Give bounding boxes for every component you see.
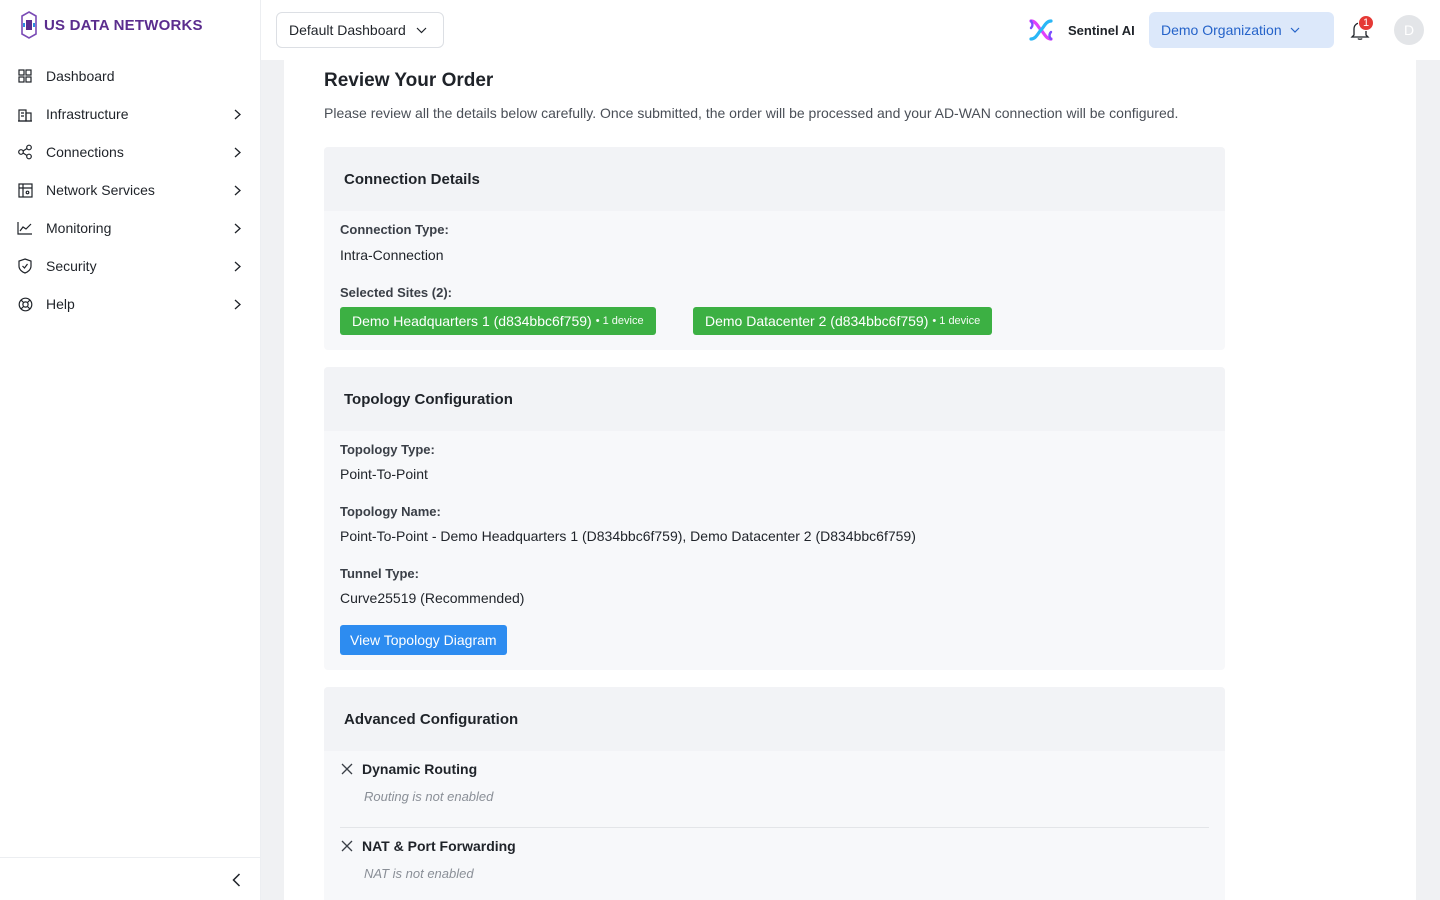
sidebar-item-label: Network Services — [46, 182, 155, 198]
brand-mark-icon — [20, 11, 38, 39]
sidebar-item-network-services[interactable]: Network Services — [0, 171, 260, 209]
sidebar-item-label: Monitoring — [46, 220, 112, 236]
dynamic-routing-status: Routing is not enabled — [364, 789, 494, 804]
close-icon — [341, 763, 353, 775]
topology-type-label: Topology Type: — [340, 442, 435, 457]
site-chip-device-count: • 1 device — [932, 315, 981, 327]
lifebuoy-icon — [17, 296, 33, 312]
sentinel-ai-button[interactable]: Sentinel AI — [1028, 16, 1135, 44]
sidebar-item-label: Help — [46, 296, 75, 312]
sentinel-ai-label: Sentinel AI — [1068, 22, 1135, 38]
dynamic-routing-item: Dynamic Routing Routing is not enabled — [340, 761, 1209, 804]
sidebar-item-security[interactable]: Security — [0, 247, 260, 285]
network-grid-icon — [17, 182, 33, 198]
dashboard-select[interactable]: Default Dashboard — [276, 12, 444, 48]
site-chip: Demo Datacenter 2 (d834bbc6f759) • 1 dev… — [693, 307, 993, 335]
sidebar-item-help[interactable]: Help — [0, 285, 260, 323]
site-chip: Demo Headquarters 1 (d834bbc6f759) • 1 d… — [340, 307, 656, 335]
close-icon — [341, 840, 353, 852]
chevron-right-icon — [232, 147, 242, 157]
advanced-configuration-section: Advanced Configuration Dynamic Routing R… — [324, 687, 1225, 900]
page-description: Please review all the details below care… — [324, 105, 1179, 121]
user-avatar[interactable]: D — [1394, 15, 1424, 45]
organization-select[interactable]: Demo Organization — [1149, 12, 1334, 48]
advanced-configuration-heading: Advanced Configuration — [324, 687, 1225, 751]
connection-type-label: Connection Type: — [340, 222, 449, 237]
chevron-down-icon — [416, 27, 427, 33]
topology-configuration-heading: Topology Configuration — [324, 367, 1225, 431]
tunnel-type-label: Tunnel Type: — [340, 566, 419, 581]
organization-select-value: Demo Organization — [1161, 22, 1282, 38]
dashboard-select-value: Default Dashboard — [289, 22, 406, 38]
chevron-left-icon — [231, 873, 240, 887]
chevron-right-icon — [232, 185, 242, 195]
nat-port-forwarding-item: NAT & Port Forwarding NAT is not enabled — [340, 838, 1209, 881]
site-chip-name: Demo Headquarters 1 (d834bbc6f759) — [352, 313, 592, 329]
notification-count-badge: 1 — [1358, 15, 1374, 31]
nat-port-forwarding-title: NAT & Port Forwarding — [362, 838, 516, 854]
sidebar-item-monitoring[interactable]: Monitoring — [0, 209, 260, 247]
page-title: Review Your Order — [324, 70, 494, 91]
building-icon — [17, 106, 33, 122]
sidebar-item-dashboard[interactable]: Dashboard — [0, 57, 260, 95]
chevron-right-icon — [232, 109, 242, 119]
tunnel-type-value: Curve25519 (Recommended) — [340, 590, 525, 606]
dynamic-routing-title: Dynamic Routing — [362, 761, 478, 777]
sidebar-item-label: Infrastructure — [46, 106, 129, 122]
view-topology-diagram-button[interactable]: View Topology Diagram — [340, 625, 507, 655]
connection-details-section: Connection Details Connection Type: Intr… — [324, 147, 1225, 350]
chevron-down-icon — [1290, 27, 1300, 33]
sidebar-item-label: Connections — [46, 144, 124, 160]
sentinel-ai-logo-icon — [1029, 19, 1053, 41]
chevron-right-icon — [232, 223, 242, 233]
sidebar-item-label: Dashboard — [46, 68, 115, 84]
shield-icon — [17, 258, 33, 274]
topology-name-value: Point-To-Point - Demo Headquarters 1 (D8… — [340, 528, 916, 544]
selected-sites-label: Selected Sites (2): — [340, 285, 452, 300]
chevron-right-icon — [232, 261, 242, 271]
top-bar: Default Dashboard Sentinel AI Demo Organ… — [261, 0, 1440, 60]
sidebar-item-infrastructure[interactable]: Infrastructure — [0, 95, 260, 133]
collapse-sidebar-button[interactable] — [226, 870, 246, 890]
share-nodes-icon — [17, 144, 33, 160]
sidebar-nav: Dashboard Infrastructure Connections Net… — [0, 57, 260, 323]
sidebar-item-label: Security — [46, 258, 97, 274]
site-chip-name: Demo Datacenter 2 (d834bbc6f759) — [705, 313, 929, 329]
connection-details-heading: Connection Details — [324, 147, 1225, 211]
sidebar-item-connections[interactable]: Connections — [0, 133, 260, 171]
sidebar: US DATA NETWORKS Dashboard Infrastructur… — [0, 0, 261, 900]
divider — [340, 827, 1209, 828]
brand-name: US DATA NETWORKS — [44, 16, 203, 34]
grid-icon — [17, 68, 33, 84]
review-order-panel: Review Your Order Please review all the … — [284, 60, 1416, 900]
connection-type-value: Intra-Connection — [340, 247, 444, 263]
site-chip-device-count: • 1 device — [595, 315, 644, 327]
nat-status: NAT is not enabled — [364, 866, 474, 881]
chevron-right-icon — [232, 299, 242, 309]
topology-configuration-section: Topology Configuration Topology Type: Po… — [324, 367, 1225, 670]
brand-logo[interactable]: US DATA NETWORKS — [20, 10, 203, 40]
topology-type-value: Point-To-Point — [340, 466, 428, 482]
sidebar-footer — [0, 857, 260, 900]
line-chart-icon — [17, 220, 33, 236]
topology-name-label: Topology Name: — [340, 504, 441, 519]
